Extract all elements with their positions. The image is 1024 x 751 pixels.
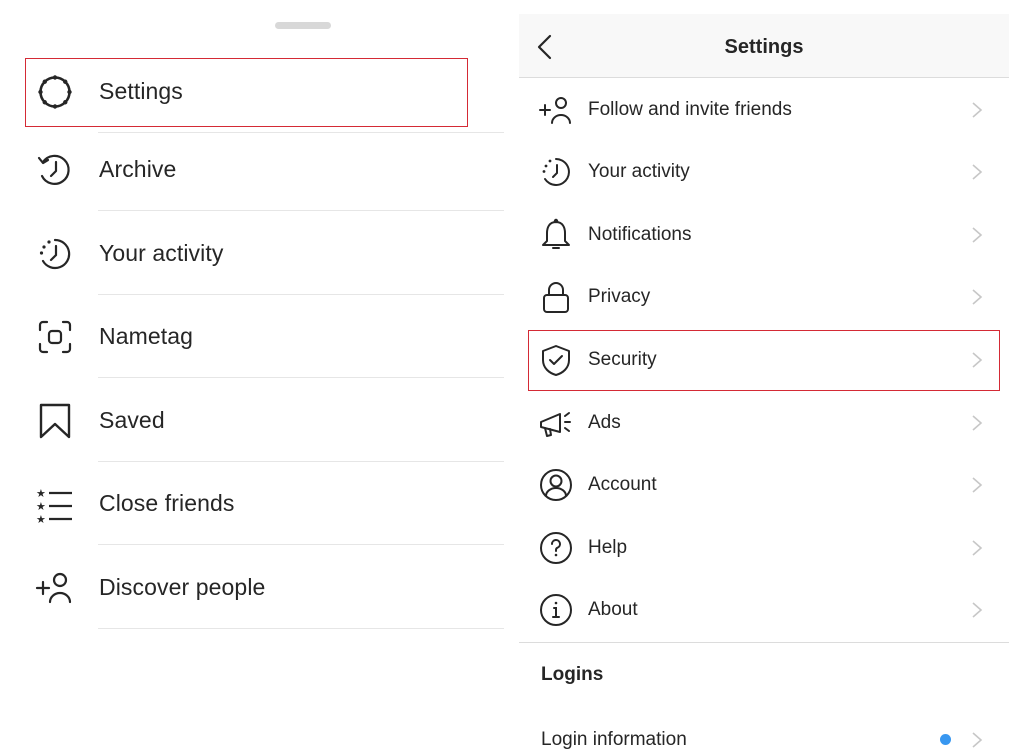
settings-item-label: Notifications xyxy=(588,224,692,245)
menu-item-settings[interactable]: Settings xyxy=(0,50,504,133)
unread-dot-badge xyxy=(940,734,951,745)
activity-icon xyxy=(538,154,574,190)
menu-item-archive[interactable]: Archive xyxy=(0,128,504,211)
svg-text:★: ★ xyxy=(36,500,46,513)
settings-item-label: Follow and invite friends xyxy=(588,99,792,120)
add-person-icon xyxy=(34,567,76,609)
menu-item-label: Close friends xyxy=(99,490,235,516)
menu-item-label: Your activity xyxy=(99,240,224,266)
chevron-right-icon xyxy=(972,289,983,305)
settings-item-your-activity[interactable]: Your activity xyxy=(519,141,1009,203)
close-friends-icon: ★ ★ ★ xyxy=(34,483,76,525)
settings-item-label: Login information xyxy=(541,729,687,750)
divider xyxy=(98,210,504,211)
settings-item-help[interactable]: Help xyxy=(519,517,1009,579)
chevron-right-icon xyxy=(972,477,983,493)
settings-item-security[interactable]: Security xyxy=(519,329,1009,391)
menu-item-close-friends[interactable]: ★ ★ ★ Close friends xyxy=(0,462,504,545)
help-icon xyxy=(538,530,574,566)
settings-item-about[interactable]: About xyxy=(519,579,1009,641)
svg-text:★: ★ xyxy=(36,513,46,525)
gear-icon xyxy=(34,71,76,113)
sheet-drag-handle[interactable] xyxy=(275,22,331,29)
nametag-icon xyxy=(34,316,76,358)
chevron-right-icon xyxy=(972,102,983,118)
settings-header: Settings xyxy=(519,14,1009,78)
settings-item-login-information[interactable]: Login information xyxy=(519,719,1009,751)
section-title-logins: Logins xyxy=(541,664,604,685)
chevron-right-icon xyxy=(972,732,983,748)
menu-item-label: Nametag xyxy=(99,323,194,349)
settings-item-label: About xyxy=(588,599,638,620)
menu-item-saved[interactable]: Saved xyxy=(0,379,504,462)
svg-text:★: ★ xyxy=(36,487,46,500)
settings-item-follow-invite[interactable]: Follow and invite friends xyxy=(519,79,1009,141)
settings-item-label: Your activity xyxy=(588,161,690,182)
chevron-right-icon xyxy=(972,227,983,243)
settings-item-label: Help xyxy=(588,537,628,558)
chevron-right-icon xyxy=(972,415,983,431)
menu-item-label: Saved xyxy=(99,407,165,433)
chevron-right-icon xyxy=(972,352,983,368)
menu-item-discover-people[interactable]: Discover people xyxy=(0,546,504,629)
bookmark-icon xyxy=(34,400,76,442)
settings-item-account[interactable]: Account xyxy=(519,454,1009,516)
menu-item-your-activity[interactable]: Your activity xyxy=(0,212,504,295)
bell-icon xyxy=(538,217,574,253)
chevron-right-icon xyxy=(972,602,983,618)
menu-item-nametag[interactable]: Nametag xyxy=(0,295,504,378)
megaphone-icon xyxy=(538,405,574,441)
section-divider xyxy=(519,642,1009,643)
settings-item-privacy[interactable]: Privacy xyxy=(519,266,1009,328)
add-person-icon xyxy=(538,92,574,128)
settings-item-label: Privacy xyxy=(588,286,651,307)
settings-screen: Settings Follow and invite friends Your … xyxy=(519,14,1009,751)
info-icon xyxy=(538,592,574,628)
settings-item-label: Account xyxy=(588,474,657,495)
settings-item-ads[interactable]: Ads xyxy=(519,392,1009,454)
chevron-right-icon xyxy=(972,540,983,556)
menu-item-label: Discover people xyxy=(99,574,266,600)
menu-item-label: Settings xyxy=(99,78,183,104)
page-title: Settings xyxy=(724,36,804,58)
profile-menu-sheet: Settings Archive Your activity Nametag S… xyxy=(0,0,512,751)
chevron-right-icon xyxy=(972,164,983,180)
divider xyxy=(98,628,504,629)
divider xyxy=(98,544,504,545)
shield-check-icon xyxy=(538,342,574,378)
lock-icon xyxy=(538,279,574,315)
settings-item-label: Ads xyxy=(588,412,621,433)
menu-item-label: Archive xyxy=(99,156,177,182)
account-circle-icon xyxy=(538,467,574,503)
settings-item-label: Security xyxy=(588,349,657,370)
activity-icon xyxy=(34,233,76,275)
archive-icon xyxy=(34,149,76,191)
settings-item-notifications[interactable]: Notifications xyxy=(519,204,1009,266)
divider xyxy=(98,377,504,378)
